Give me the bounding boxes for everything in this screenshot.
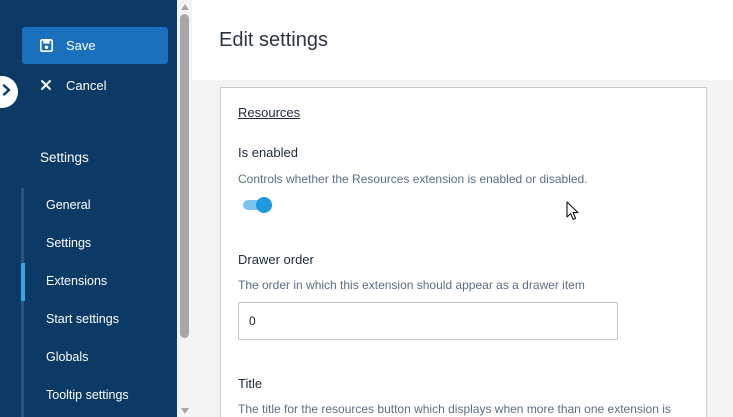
card-title: Resources	[238, 105, 301, 120]
drawer-order-input[interactable]	[238, 302, 618, 340]
sidebar-section-title: Settings	[40, 150, 89, 165]
is-enabled-description: Controls whether the Resources extension…	[238, 172, 588, 186]
close-icon	[40, 79, 52, 91]
nav-active-indicator	[21, 263, 25, 301]
cancel-button-label: Cancel	[66, 77, 107, 93]
page-header: Edit settings	[192, 0, 733, 80]
sidebar-item-extensions[interactable]: Extensions	[46, 274, 107, 288]
resources-settings-card: Resources Is enabled Controls whether th…	[220, 87, 707, 417]
scrollbar-thumb[interactable]	[180, 14, 189, 338]
sidebar-item-general[interactable]: General	[46, 198, 90, 212]
drawer-order-description: The order in which this extension should…	[238, 278, 585, 292]
cancel-button[interactable]: Cancel	[22, 70, 168, 100]
save-button-label: Save	[66, 38, 96, 53]
sidebar: Save Cancel Settings General Settings Ex…	[0, 0, 177, 417]
sidebar-item-globals[interactable]: Globals	[46, 350, 88, 364]
is-enabled-toggle[interactable]	[243, 197, 273, 213]
sidebar-item-settings[interactable]: Settings	[46, 236, 91, 250]
chevron-right-icon	[2, 83, 11, 101]
title-label: Title	[238, 376, 263, 391]
sidebar-scrollbar[interactable]	[177, 0, 192, 417]
save-button[interactable]: Save	[22, 27, 168, 64]
is-enabled-label: Is enabled	[238, 145, 298, 160]
scroll-down-arrow-icon[interactable]	[181, 408, 189, 414]
toggle-knob	[256, 197, 272, 213]
sidebar-item-tooltip-settings[interactable]: Tooltip settings	[46, 388, 129, 402]
scroll-up-arrow-icon[interactable]	[181, 4, 189, 10]
sidebar-item-start-settings[interactable]: Start settings	[46, 312, 119, 326]
nav-track	[21, 188, 24, 417]
mouse-cursor-icon	[566, 201, 580, 221]
title-description: The title for the resources button which…	[238, 402, 671, 416]
floppy-disk-icon	[40, 39, 53, 52]
drawer-order-label: Drawer order	[238, 252, 314, 267]
page-title: Edit settings	[219, 29, 328, 51]
